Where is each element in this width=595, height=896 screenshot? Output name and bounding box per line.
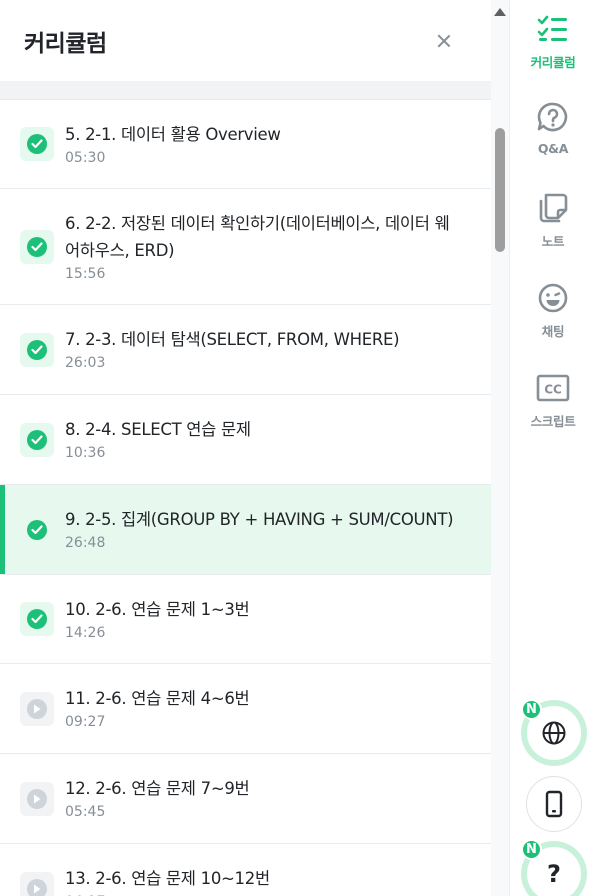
app: 커리큘럼 5. 2-1. 데이터 활용 Overview 05:30 6. 2-2.… bbox=[0, 0, 595, 896]
lesson-item[interactable]: 13. 2-6. 연습 문제 10~12번 04:17 bbox=[0, 844, 491, 896]
panel-divider bbox=[0, 81, 491, 100]
lesson-title: 7. 2-3. 데이터 탐색(SELECT, FROM, WHERE) bbox=[65, 330, 400, 349]
lesson-duration: 10:36 bbox=[65, 445, 106, 461]
rail-label: 커리큘럼 bbox=[530, 55, 576, 70]
rail-item-note[interactable]: 노트 bbox=[510, 191, 595, 250]
lesson-text: 10. 2-6. 연습 문제 1~3번 14:26 bbox=[65, 596, 279, 643]
lesson-title: 6. 2-2. 저장된 데이터 확인하기(데이터베이스, 데이터 웨어하우스, … bbox=[65, 213, 450, 260]
new-badge: N bbox=[521, 839, 542, 860]
lesson-item[interactable]: 6. 2-2. 저장된 데이터 확인하기(데이터베이스, 데이터 웨어하우스, … bbox=[0, 189, 491, 305]
mobile-phone-icon bbox=[545, 790, 563, 818]
completed-check-icon bbox=[20, 127, 54, 161]
lesson-item[interactable]: 12. 2-6. 연습 문제 7~9번 05:45 bbox=[0, 754, 491, 844]
rail-label: 채팅 bbox=[541, 324, 565, 339]
lesson-text: 13. 2-6. 연습 문제 10~12번 04:17 bbox=[65, 865, 300, 896]
panel-title: 커리큘럼 bbox=[24, 30, 107, 57]
rail-item-curriculum[interactable]: 커리큘럼 bbox=[510, 12, 595, 71]
panel-header: 커리큘럼 bbox=[0, 0, 491, 81]
lesson-title: 10. 2-6. 연습 문제 1~3번 bbox=[65, 599, 250, 619]
lesson-duration: 09:27 bbox=[65, 714, 106, 730]
lesson-duration: 05:30 bbox=[65, 149, 106, 166]
rail-item-script[interactable]: CC 스크립트 bbox=[510, 371, 595, 430]
lesson-title: 5. 2-1. 데이터 활용 Overview bbox=[65, 124, 281, 144]
smile-icon bbox=[536, 281, 570, 315]
scroll-thumb[interactable] bbox=[495, 128, 505, 252]
svg-text:CC: CC bbox=[544, 383, 562, 397]
rail-item-qna[interactable]: Q&A bbox=[510, 101, 595, 156]
lesson-title: 9. 2-5. 집계(GROUP BY + HAVING + SUM/COUNT… bbox=[65, 510, 454, 529]
play-icon bbox=[20, 781, 54, 816]
completed-check-icon bbox=[20, 332, 54, 367]
curriculum-panel: 커리큘럼 5. 2-1. 데이터 활용 Overview 05:30 6. 2-2.… bbox=[0, 0, 491, 896]
completed-check-icon bbox=[20, 422, 54, 457]
rail-label: 노트 bbox=[541, 234, 565, 249]
completed-check-icon bbox=[20, 602, 54, 636]
lesson-duration: 14:26 bbox=[65, 624, 106, 641]
lesson-duration: 04:17 bbox=[65, 892, 270, 896]
lesson-duration: 15:56 bbox=[65, 265, 106, 282]
lesson-item[interactable]: 9. 2-5. 집계(GROUP BY + HAVING + SUM/COUNT… bbox=[0, 485, 491, 575]
close-icon[interactable] bbox=[431, 28, 457, 54]
globe-icon bbox=[542, 721, 566, 745]
scroll-up-arrow-icon[interactable] bbox=[494, 8, 506, 16]
lesson-item[interactable]: 11. 2-6. 연습 문제 4~6번 09:27 bbox=[0, 664, 491, 754]
lesson-title: 11. 2-6. 연습 문제 4~6번 bbox=[65, 689, 250, 708]
play-icon bbox=[20, 871, 54, 896]
lesson-item[interactable]: 5. 2-1. 데이터 활용 Overview 05:30 bbox=[0, 100, 491, 189]
lesson-text: 9. 2-5. 집계(GROUP BY + HAVING + SUM/COUNT… bbox=[65, 506, 483, 553]
lesson-duration: 05:45 bbox=[65, 804, 106, 820]
rail-label: 스크립트 bbox=[530, 414, 576, 429]
lesson-text: 6. 2-2. 저장된 데이터 확인하기(데이터베이스, 데이터 웨어하우스, … bbox=[65, 210, 491, 284]
checklist-icon bbox=[536, 12, 570, 46]
lesson-item[interactable]: 7. 2-3. 데이터 탐색(SELECT, FROM, WHERE) 26:03 bbox=[0, 305, 491, 395]
rail-item-chat[interactable]: 채팅 bbox=[510, 281, 595, 340]
new-badge: N bbox=[521, 699, 542, 720]
lesson-item[interactable]: 10. 2-6. 연습 문제 1~3번 14:26 bbox=[0, 575, 491, 664]
completed-check-icon bbox=[20, 229, 54, 264]
lesson-text: 5. 2-1. 데이터 활용 Overview 05:30 bbox=[65, 121, 311, 168]
lesson-item[interactable]: 8. 2-4. SELECT 연습 문제 10:36 bbox=[0, 395, 491, 485]
scrollbar[interactable] bbox=[491, 0, 509, 896]
lesson-title: 12. 2-6. 연습 문제 7~9번 bbox=[65, 779, 250, 798]
right-rail: 커리큘럼 Q&A 노트 채팅 CC 스크립트 N ? N bbox=[509, 0, 595, 896]
question-bubble-icon bbox=[536, 101, 570, 135]
lesson-list: 5. 2-1. 데이터 활용 Overview 05:30 6. 2-2. 저장된 … bbox=[0, 100, 491, 896]
lesson-title: 8. 2-4. SELECT 연습 문제 bbox=[65, 420, 251, 439]
cc-icon: CC bbox=[536, 371, 570, 405]
rail-label: Q&A bbox=[537, 141, 569, 156]
play-icon bbox=[20, 691, 54, 726]
help-question-icon: ? bbox=[547, 860, 561, 888]
lesson-text: 12. 2-6. 연습 문제 7~9번 05:45 bbox=[65, 775, 279, 822]
completed-check-icon bbox=[20, 513, 54, 547]
lesson-text: 7. 2-3. 데이터 탐색(SELECT, FROM, WHERE) 26:03 bbox=[65, 326, 429, 373]
note-icon bbox=[536, 191, 570, 225]
lesson-text: 8. 2-4. SELECT 연습 문제 10:36 bbox=[65, 416, 281, 463]
lesson-duration: 26:03 bbox=[65, 355, 106, 371]
mobile-button[interactable] bbox=[526, 776, 582, 832]
lesson-text: 11. 2-6. 연습 문제 4~6번 09:27 bbox=[65, 685, 279, 732]
lesson-title: 13. 2-6. 연습 문제 10~12번 bbox=[65, 869, 270, 888]
lesson-duration: 26:48 bbox=[65, 535, 106, 551]
